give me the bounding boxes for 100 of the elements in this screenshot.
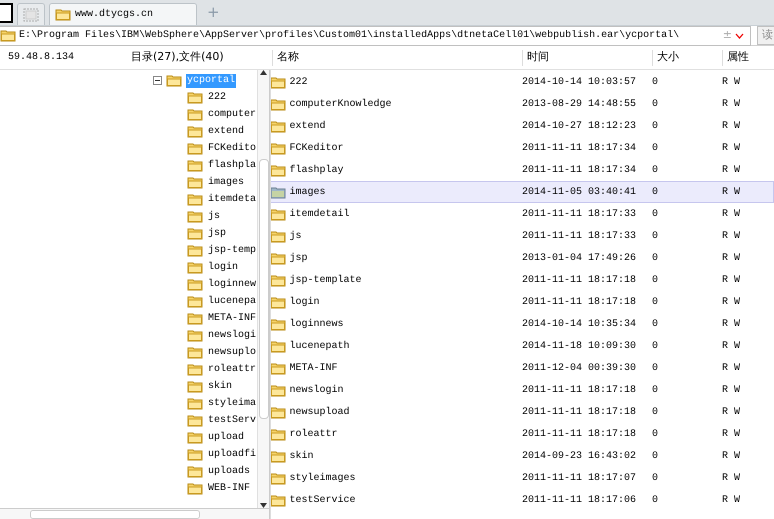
tree-item[interactable]: js <box>207 210 222 224</box>
tree-item[interactable]: uploadfi <box>206 448 257 462</box>
tree-item[interactable]: testServ <box>206 414 257 428</box>
file-row[interactable]: roleattr 2011-11-11 18:17:18 0 R W <box>271 423 774 445</box>
scroll-up-icon[interactable] <box>260 70 267 75</box>
file-name: newsupload <box>290 406 350 420</box>
file-row[interactable]: itemdetail 2011-11-11 18:17:33 0 R W <box>271 203 774 225</box>
tree-item[interactable]: uploads <box>207 464 252 478</box>
modified-time: 2011-11-11 18:17:34 <box>522 142 636 154</box>
file-row[interactable]: newslogin 2011-11-11 18:17:18 0 R W <box>271 379 774 401</box>
folder-icon <box>271 208 286 220</box>
tree-item[interactable]: upload <box>207 430 246 444</box>
modified-time: 2011-11-11 18:17:33 <box>522 208 636 220</box>
tree-item[interactable]: loginnew <box>206 278 257 292</box>
dropdown-caret-icon[interactable] <box>735 32 744 38</box>
file-row[interactable]: lucenepath 2014-11-18 10:09:30 0 R W <box>271 335 774 357</box>
tree-item[interactable]: roleattr <box>206 362 257 376</box>
file-row[interactable]: FCKeditor 2011-11-11 18:17:34 0 R W <box>271 137 774 159</box>
tree-item[interactable]: META-INF <box>206 312 257 326</box>
modified-time: 2011-11-11 18:17:34 <box>522 164 636 176</box>
folder-icon <box>187 431 203 444</box>
file-row[interactable]: loginnews 2014-10-14 10:35:34 0 R W <box>271 313 774 335</box>
file-name: newslogin <box>290 384 344 398</box>
file-name: loginnews <box>290 318 344 332</box>
tree-item[interactable]: styleima <box>206 396 257 410</box>
file-name: skin <box>290 450 314 464</box>
folder-icon <box>187 176 203 189</box>
horizontal-scrollbar[interactable] <box>0 508 269 519</box>
file-row[interactable]: 222 2014-10-14 10:03:57 0 R W <box>271 71 774 93</box>
file-row[interactable]: images 2014-11-05 03:40:41 0 R W <box>271 181 774 203</box>
column-header[interactable]: 大小 <box>652 50 722 66</box>
folder-icon <box>271 406 286 418</box>
tree-item[interactable]: WEB-INF <box>207 482 252 496</box>
tree-item[interactable]: extend <box>207 124 246 138</box>
file-row[interactable]: jsp-template 2011-11-11 18:17:18 0 R W <box>271 269 774 291</box>
window-icon <box>0 2 13 22</box>
file-row[interactable]: newsupload 2011-11-11 18:17:18 0 R W <box>271 401 774 423</box>
folder-icon <box>271 384 286 396</box>
file-name: 222 <box>290 76 308 90</box>
modified-time: 2014-11-05 03:40:41 <box>522 186 636 198</box>
file-row[interactable]: skin 2014-09-23 16:43:02 0 R W <box>271 445 774 467</box>
modified-time: 2011-11-11 18:17:18 <box>522 384 636 396</box>
file-row[interactable]: flashplay 2011-11-11 18:17:34 0 R W <box>271 159 774 181</box>
tree-item[interactable]: lucenepa <box>206 294 257 308</box>
file-size: 0 <box>652 384 658 396</box>
column-header[interactable]: 名称 <box>272 50 522 66</box>
folder-icon <box>187 210 203 223</box>
file-size: 0 <box>652 142 658 154</box>
file-attributes: R W <box>722 120 740 132</box>
tree-item[interactable]: flashpla <box>206 158 257 172</box>
tree-item[interactable]: 222 <box>207 90 228 104</box>
modified-time: 2013-01-04 17:49:26 <box>522 252 636 264</box>
file-row[interactable]: computerKnowledge 2013-08-29 14:48:55 0 R W <box>271 93 774 115</box>
column-header[interactable]: 时间 <box>522 50 652 66</box>
tree-item[interactable]: images <box>207 176 246 190</box>
tree-item[interactable]: itemdeta <box>206 192 257 206</box>
folder-icon <box>271 494 286 506</box>
tree-item[interactable]: newsuplo <box>206 346 257 360</box>
tree-item[interactable]: jsp <box>207 226 228 240</box>
folder-icon <box>271 142 286 154</box>
folder-icon <box>187 482 203 495</box>
file-size: 0 <box>652 362 658 374</box>
file-attributes: R W <box>722 164 740 176</box>
file-attributes: R W <box>722 98 740 110</box>
file-name: jsp-template <box>290 274 362 288</box>
folder-icon <box>271 186 286 198</box>
folder-icon <box>187 108 203 121</box>
file-row[interactable]: META-INF 2011-12-04 00:39:30 0 R W <box>271 357 774 379</box>
file-size: 0 <box>652 472 658 484</box>
folder-icon <box>271 98 286 110</box>
file-name: testService <box>290 494 356 508</box>
tree-item[interactable]: skin <box>207 380 234 394</box>
tree-item[interactable]: computer <box>206 108 257 122</box>
file-row[interactable]: js 2011-11-11 18:17:33 0 R W <box>271 225 774 247</box>
file-row[interactable]: styleimages 2011-11-11 18:17:07 0 R W <box>271 467 774 489</box>
folder-icon <box>187 363 203 376</box>
column-header[interactable]: 属性 <box>722 50 772 66</box>
modified-time: 2011-12-04 00:39:30 <box>522 362 636 374</box>
file-name: extend <box>290 120 326 134</box>
host-address: 59.48.8.134 <box>7 51 76 65</box>
file-row[interactable]: jsp 2013-01-04 17:49:26 0 R W <box>271 247 774 269</box>
tree-item[interactable]: FCKedito <box>206 142 257 156</box>
folder-icon <box>187 329 203 342</box>
tree-item[interactable]: login <box>207 260 240 274</box>
modified-time: 2013-08-29 14:48:55 <box>522 98 636 110</box>
file-name: lucenepath <box>290 340 350 354</box>
file-attributes: R W <box>722 274 740 286</box>
tab[interactable]: www.dtycgs.cn <box>49 3 197 25</box>
tree-item[interactable]: jsp-temp <box>206 244 257 258</box>
file-attributes: R W <box>722 494 740 506</box>
address-field[interactable]: E:\Program Files\IBM\WebSphere\AppServer\profiles\Custom01\installedApps\dtnetaCell01\webpublish.ear\ycportal\ ± <box>0 26 751 46</box>
file-row[interactable]: testService 2011-11-11 18:17:06 0 R W <box>271 489 774 511</box>
collapse-toggle-icon[interactable] <box>153 76 162 85</box>
tree-item[interactable]: newslogi <box>206 328 257 342</box>
folder-icon <box>271 230 286 242</box>
vertical-scrollbar[interactable] <box>257 70 269 508</box>
folder-icon <box>187 159 203 172</box>
folder-icon <box>271 274 286 286</box>
file-row[interactable]: extend 2014-10-27 18:12:23 0 R W <box>271 115 774 137</box>
file-row[interactable]: login 2011-11-11 18:17:18 0 R W <box>271 291 774 313</box>
